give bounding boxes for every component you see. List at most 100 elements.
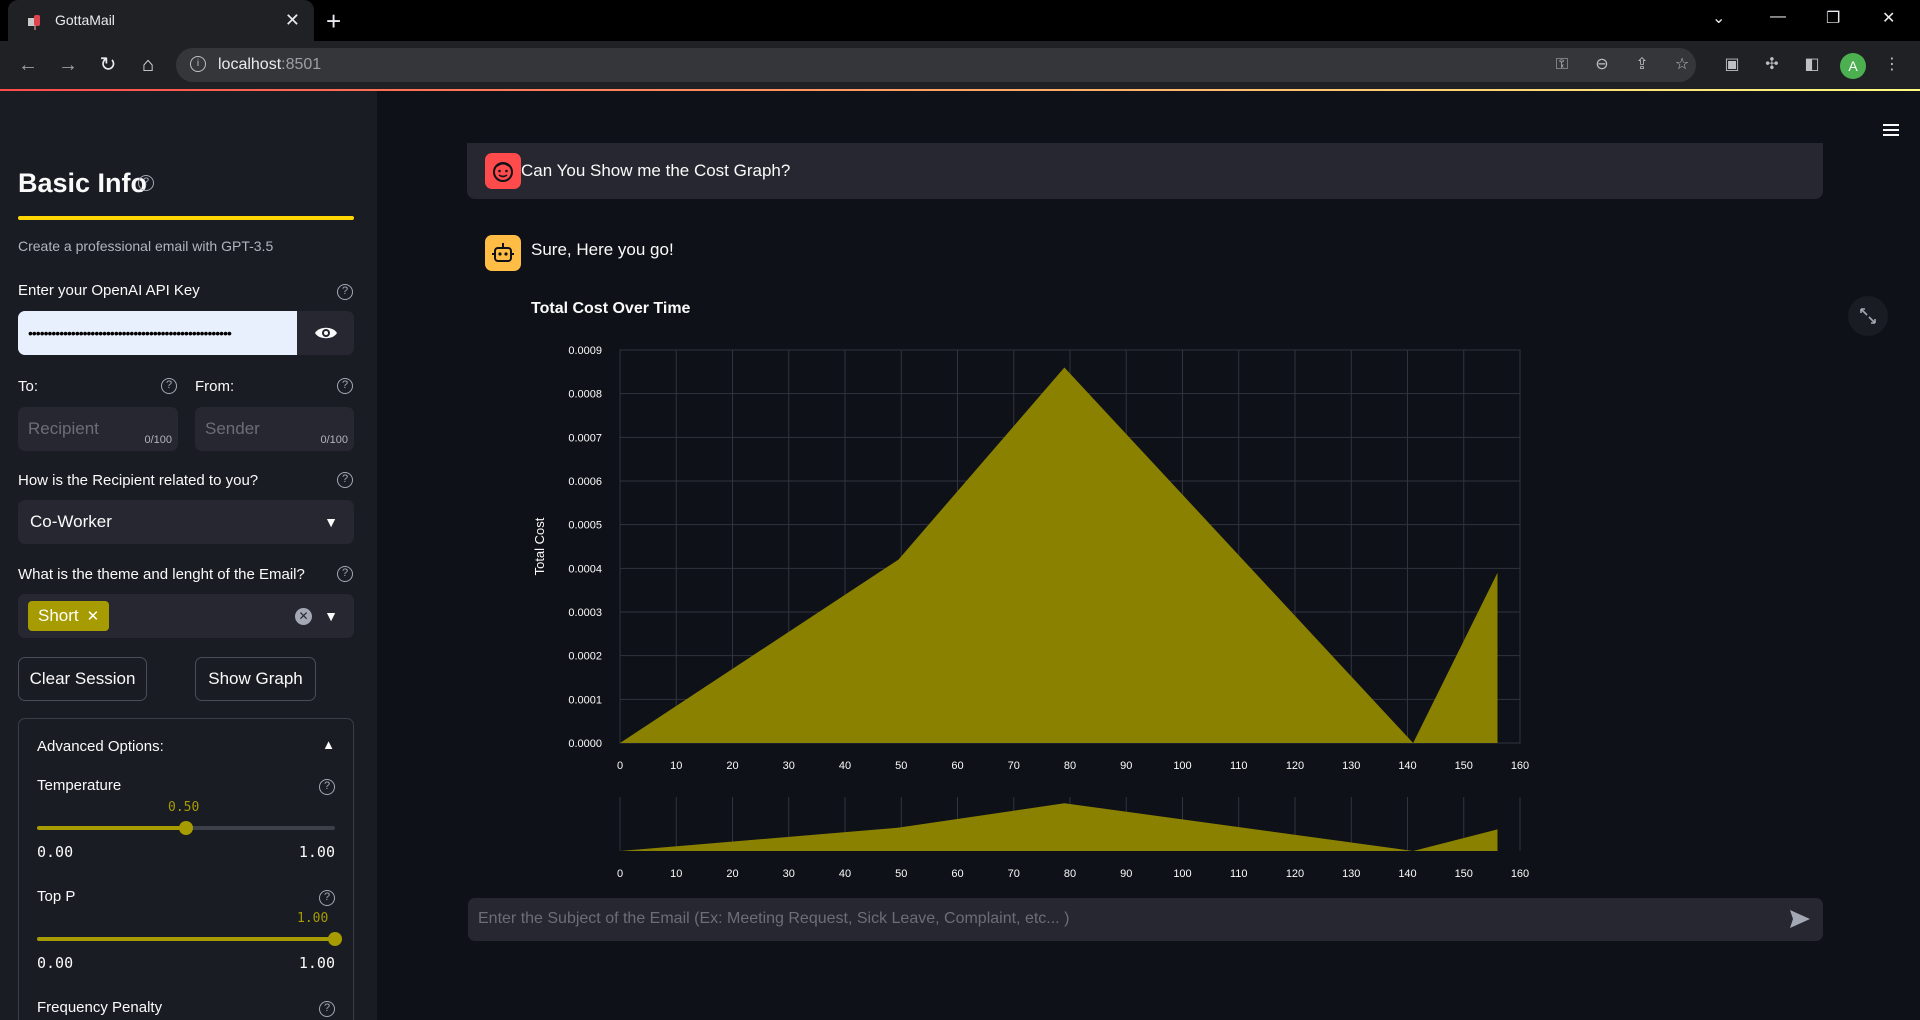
clear-all-icon[interactable]: ✕ — [295, 608, 312, 625]
address-bar[interactable]: i localhost:8501 — [176, 48, 1696, 82]
help-icon[interactable]: ? — [337, 472, 353, 488]
y-axis-label: Total Cost — [532, 517, 547, 575]
temperature-min: 0.00 — [37, 843, 74, 861]
help-icon[interactable]: ? — [319, 779, 335, 795]
main-area: Can You Show me the Cost Graph? Sure, He… — [377, 91, 1920, 1020]
temperature-thumb[interactable] — [179, 821, 193, 835]
sidebar-title: Basic Info ? — [18, 168, 154, 199]
menu-dots-icon[interactable]: ⋮ — [1882, 55, 1902, 75]
back-icon[interactable]: ← — [14, 51, 42, 79]
advanced-options-title[interactable]: Advanced Options: — [37, 738, 164, 755]
temperature-label: Temperature — [37, 777, 122, 794]
fullscreen-button[interactable] — [1848, 296, 1888, 336]
cost-area — [620, 367, 1498, 743]
send-icon[interactable] — [1789, 909, 1811, 929]
chevron-down-icon: ▼ — [324, 608, 338, 624]
sidebar-divider — [18, 216, 354, 220]
help-icon[interactable]: ? — [161, 378, 177, 394]
api-key-field[interactable]: ••••••••••••••••••••••••••••••••••••••••… — [18, 311, 354, 355]
api-key-input[interactable]: ••••••••••••••••••••••••••••••••••••••••… — [18, 311, 297, 355]
overview-tick-label: 70 — [1008, 868, 1020, 880]
y-tick-label: 0.0002 — [568, 651, 602, 663]
theme-tag[interactable]: Short ✕ — [28, 601, 110, 631]
forward-icon[interactable]: → — [54, 51, 82, 79]
help-icon[interactable]: ? — [337, 378, 353, 394]
overview-tick-label: 10 — [670, 868, 682, 880]
x-tick-label: 90 — [1120, 760, 1132, 772]
to-label: To: — [18, 378, 39, 395]
x-tick-label: 100 — [1173, 760, 1191, 772]
x-tick-label: 40 — [839, 760, 851, 772]
x-tick-label: 110 — [1230, 760, 1248, 772]
x-tick-label: 80 — [1064, 760, 1076, 772]
minimize-icon[interactable]: — — [1770, 8, 1786, 26]
extension-icon[interactable]: ▣ — [1722, 55, 1742, 75]
sender-input[interactable]: Sender 0/100 — [195, 407, 354, 451]
overview-tick-label: 100 — [1173, 868, 1191, 880]
new-tab-icon[interactable]: + — [326, 6, 341, 37]
clear-session-button[interactable]: Clear Session — [18, 657, 147, 701]
profile-avatar[interactable]: A — [1840, 53, 1866, 79]
theme-label: What is the theme and lenght of the Emai… — [18, 566, 305, 583]
help-icon[interactable]: ? — [319, 1001, 335, 1017]
puzzle-icon[interactable]: ✣ — [1762, 55, 1782, 75]
side-panel-icon[interactable]: ◧ — [1802, 55, 1822, 75]
eye-icon[interactable] — [314, 324, 338, 342]
temperature-fill — [37, 826, 186, 830]
chat-input[interactable]: Enter the Subject of the Email (Ex: Meet… — [468, 898, 1823, 941]
top-p-value: 1.00 — [297, 911, 329, 926]
key-icon[interactable]: ⚿ — [1552, 55, 1572, 75]
chevron-up-icon[interactable]: ▲ — [322, 737, 335, 752]
overview-tick-label: 160 — [1511, 868, 1529, 880]
zoom-icon[interactable]: ⊖ — [1592, 55, 1612, 75]
recipient-input[interactable]: Recipient 0/100 — [18, 407, 178, 451]
tab-search-icon[interactable]: ⌄ — [1712, 8, 1725, 28]
browser-tab[interactable]: GottaMail ✕ — [8, 0, 314, 41]
help-icon[interactable]: ? — [138, 175, 154, 191]
help-icon[interactable]: ? — [337, 566, 353, 582]
mailbox-icon — [28, 15, 40, 30]
home-icon[interactable]: ⌂ — [134, 51, 162, 79]
temperature-value: 0.50 — [168, 800, 200, 815]
overview-area — [620, 803, 1498, 851]
expand-icon — [1860, 308, 1876, 324]
top-p-min: 0.00 — [37, 954, 74, 972]
browser-tabbar: GottaMail ✕ + ⌄ — ❐ ✕ — [0, 0, 1920, 41]
x-tick-label: 30 — [783, 760, 795, 772]
close-tab-icon[interactable]: ✕ — [285, 10, 300, 31]
relation-value: Co-Worker — [30, 512, 112, 531]
x-tick-label: 60 — [951, 760, 963, 772]
sender-char-count: 0/100 — [320, 434, 348, 446]
y-tick-label: 0.0007 — [568, 432, 602, 444]
overview-tick-label: 30 — [783, 868, 795, 880]
share-icon[interactable]: ⇪ — [1632, 55, 1652, 75]
relation-select[interactable]: Co-Worker ▼ — [18, 500, 354, 544]
window-close-icon[interactable]: ✕ — [1882, 8, 1895, 28]
tab-title: GottaMail — [55, 12, 115, 28]
top-p-slider[interactable] — [37, 932, 342, 946]
help-icon[interactable]: ? — [319, 890, 335, 906]
show-graph-button[interactable]: Show Graph — [195, 657, 316, 701]
cost-chart: 0 10 20 30 40 50 60 70 80 90 100 110 120 130 140 150 160… — [532, 345, 1529, 880]
top-p-label: Top P — [37, 888, 76, 905]
x-tick-label: 10 — [670, 760, 682, 772]
remove-tag-icon[interactable]: ✕ — [87, 608, 100, 625]
overview-tick-label: 130 — [1342, 868, 1360, 880]
reload-icon[interactable]: ↻ — [94, 51, 122, 79]
temperature-slider[interactable] — [37, 821, 335, 835]
y-tick-label: 0.0005 — [568, 520, 602, 532]
bookmark-star-icon[interactable]: ☆ — [1672, 55, 1692, 75]
y-tick-label: 0.0003 — [568, 607, 602, 619]
y-tick-label: 0.0008 — [568, 389, 602, 401]
x-tick-label: 0 — [617, 760, 623, 772]
hamburger-menu-icon[interactable] — [1883, 124, 1899, 138]
browser-toolbar: ← → ↻ ⌂ i localhost:8501 ⚿ ⊖ ⇪ ☆ ▣ ✣ ◧ ⋮ — [0, 41, 1920, 89]
site-info-icon[interactable]: i — [190, 56, 206, 72]
theme-multiselect[interactable]: Short ✕ ✕ ▼ — [18, 594, 354, 638]
y-tick-label: 0.0009 — [568, 345, 602, 357]
restore-icon[interactable]: ❐ — [1826, 8, 1840, 28]
overview-tick-label: 60 — [951, 868, 963, 880]
x-tick-label: 50 — [895, 760, 907, 772]
top-p-thumb[interactable] — [328, 932, 342, 946]
help-icon[interactable]: ? — [337, 284, 353, 300]
